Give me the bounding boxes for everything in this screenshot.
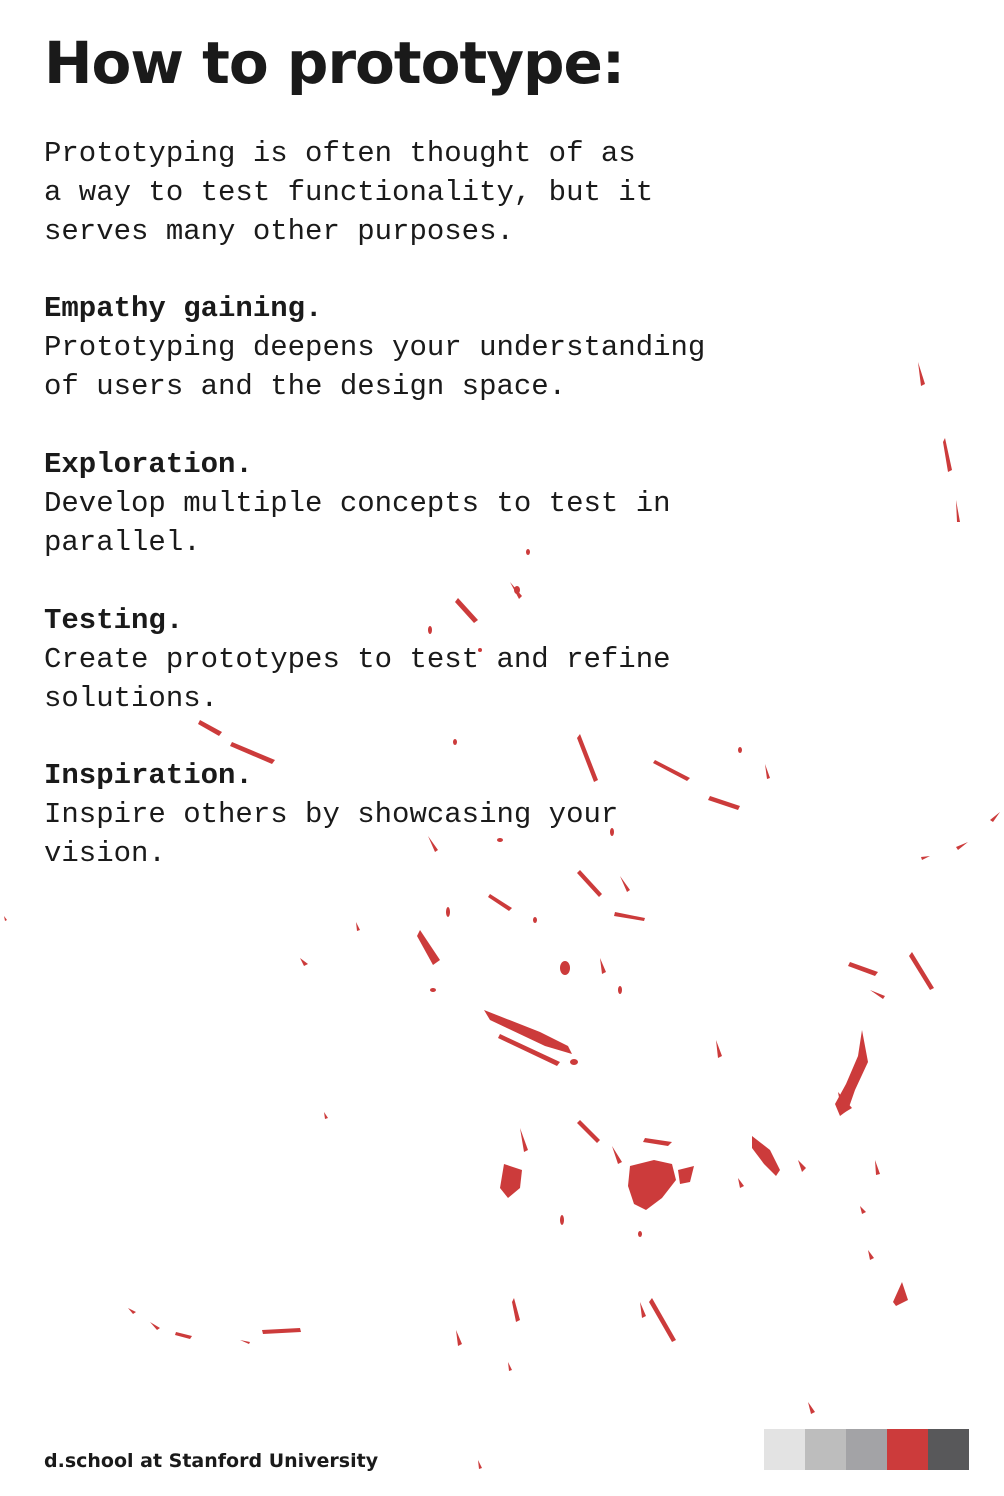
- section-exploration: Exploration. Develop multiple concepts t…: [44, 445, 944, 562]
- color-palette-swatches: [764, 1429, 969, 1470]
- palette-swatch: [805, 1429, 846, 1470]
- section-heading: Exploration.: [44, 448, 253, 481]
- section-heading: Inspiration.: [44, 759, 253, 792]
- section-heading: Empathy gaining.: [44, 292, 323, 325]
- intro-paragraph: Prototyping is often thought of as a way…: [44, 134, 944, 251]
- intro-line: Prototyping is often thought of as: [44, 137, 636, 170]
- palette-swatch: [928, 1429, 969, 1470]
- footer-institution-label: d.school at Stanford University: [44, 1450, 379, 1472]
- section-empathy-gaining: Empathy gaining. Prototyping deepens you…: [44, 289, 944, 406]
- section-inspiration: Inspiration. Inspire others by showcasin…: [44, 756, 944, 873]
- page-title: How to prototype:: [44, 29, 625, 97]
- intro-line: serves many other purposes.: [44, 215, 514, 248]
- section-body-line: parallel.: [44, 526, 201, 559]
- section-body-line: vision.: [44, 837, 166, 870]
- intro-line: a way to test functionality, but it: [44, 176, 654, 209]
- section-testing: Testing. Create prototypes to test and r…: [44, 601, 944, 718]
- section-heading: Testing.: [44, 604, 184, 637]
- palette-swatch: [764, 1429, 805, 1470]
- section-body-line: Develop multiple concepts to test in: [44, 487, 671, 520]
- palette-swatch: [846, 1429, 887, 1470]
- section-body-line: of users and the design space.: [44, 370, 567, 403]
- section-body-line: solutions.: [44, 682, 219, 715]
- section-body-line: Inspire others by showcasing your: [44, 798, 619, 831]
- section-body-line: Prototyping deepens your understanding: [44, 331, 706, 364]
- palette-swatch: [887, 1429, 928, 1470]
- section-body-line: Create prototypes to test and refine: [44, 643, 671, 676]
